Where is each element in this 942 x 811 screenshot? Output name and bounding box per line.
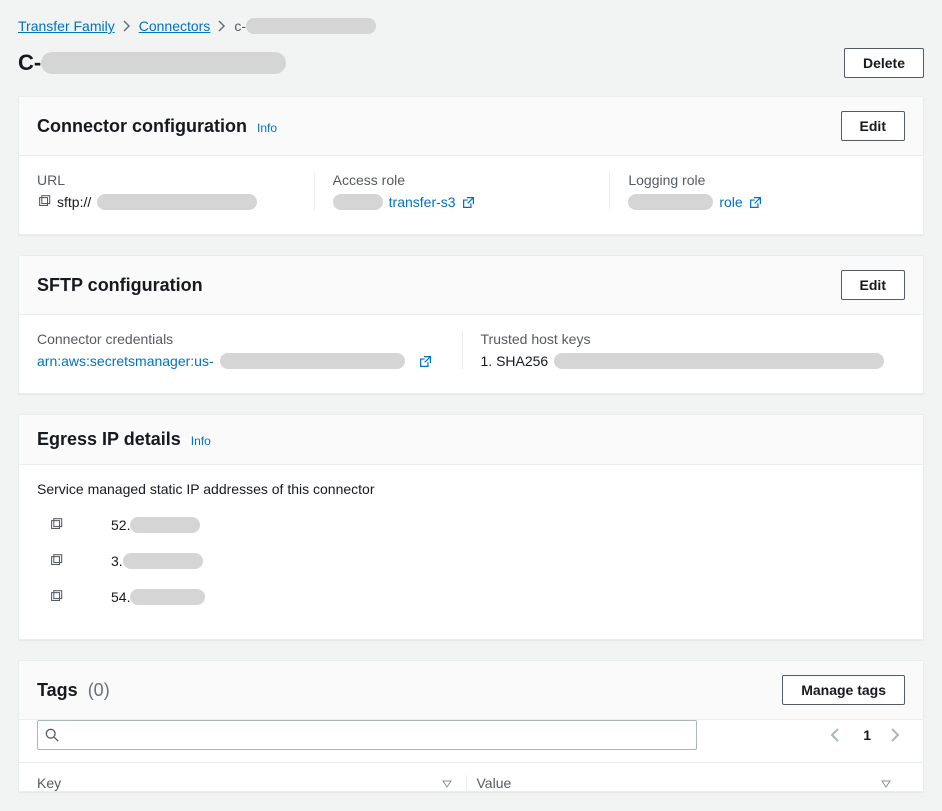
access-role-link[interactable]: transfer-s3	[389, 194, 456, 210]
copy-icon[interactable]	[49, 590, 63, 604]
breadcrumb: Transfer Family Connectors c-	[18, 18, 924, 34]
breadcrumb-current: c-	[234, 18, 376, 34]
tags-title: Tags	[37, 680, 78, 701]
ip-value: 52.	[111, 517, 200, 533]
breadcrumb-connectors[interactable]: Connectors	[139, 18, 211, 34]
tags-panel: Tags (0) Manage tags 1 Key	[18, 660, 924, 792]
next-page-button[interactable]	[889, 727, 905, 743]
sort-icon	[881, 778, 891, 788]
info-link[interactable]: Info	[191, 434, 211, 448]
delete-button[interactable]: Delete	[844, 48, 924, 78]
external-link-icon	[462, 196, 475, 209]
chevron-right-icon	[218, 20, 226, 32]
ip-value: 3.	[111, 553, 203, 569]
page-title: C-	[18, 50, 286, 76]
tags-count: (0)	[88, 680, 110, 701]
sftp-config-panel: SFTP configuration Edit Connector creden…	[18, 255, 924, 394]
trusted-key-value: 1. SHA256	[481, 353, 549, 369]
field-url: URL sftp://	[37, 172, 314, 210]
page-number: 1	[863, 727, 871, 743]
field-connector-credentials: Connector credentials arn:aws:secretsman…	[37, 331, 462, 369]
external-link-icon	[749, 196, 762, 209]
egress-ip-title: Egress IP details	[37, 429, 181, 450]
edit-connector-config-button[interactable]: Edit	[841, 111, 905, 141]
search-icon	[45, 728, 59, 742]
pagination: 1	[829, 727, 905, 743]
sftp-config-title: SFTP configuration	[37, 275, 203, 296]
copy-icon[interactable]	[49, 518, 63, 532]
tags-table-header: Key Value	[19, 762, 923, 791]
field-trusted-host-keys: Trusted host keys 1. SHA256	[462, 331, 906, 369]
field-logging-role: Logging role role	[609, 172, 905, 210]
column-value[interactable]: Value	[477, 775, 906, 791]
manage-tags-button[interactable]: Manage tags	[782, 675, 905, 705]
logging-role-link[interactable]: role	[719, 194, 742, 210]
field-access-role: Access role transfer-s3	[314, 172, 610, 210]
tags-search-input[interactable]	[37, 720, 697, 750]
egress-description: Service managed static IP addresses of t…	[37, 481, 905, 497]
copy-icon[interactable]	[49, 554, 63, 568]
egress-ip-panel: Egress IP details Info Service managed s…	[18, 414, 924, 640]
url-value: sftp://	[57, 194, 91, 210]
breadcrumb-root[interactable]: Transfer Family	[18, 18, 115, 34]
ip-row: 54.	[37, 579, 905, 615]
copy-icon[interactable]	[37, 195, 51, 209]
sort-icon	[442, 778, 452, 788]
ip-row: 3.	[37, 543, 905, 579]
connector-config-panel: Connector configuration Info Edit URL sf…	[18, 96, 924, 235]
connector-config-title: Connector configuration	[37, 116, 247, 137]
prev-page-button[interactable]	[829, 727, 845, 743]
edit-sftp-config-button[interactable]: Edit	[841, 270, 905, 300]
credentials-link[interactable]: arn:aws:secretsmanager:us-	[37, 353, 214, 369]
chevron-right-icon	[123, 20, 131, 32]
page-header: C- Delete	[18, 48, 924, 78]
ip-row: 52.	[37, 507, 905, 543]
external-link-icon	[419, 355, 432, 368]
column-key[interactable]: Key	[37, 775, 467, 791]
info-link[interactable]: Info	[257, 121, 277, 135]
ip-value: 54.	[111, 589, 205, 605]
